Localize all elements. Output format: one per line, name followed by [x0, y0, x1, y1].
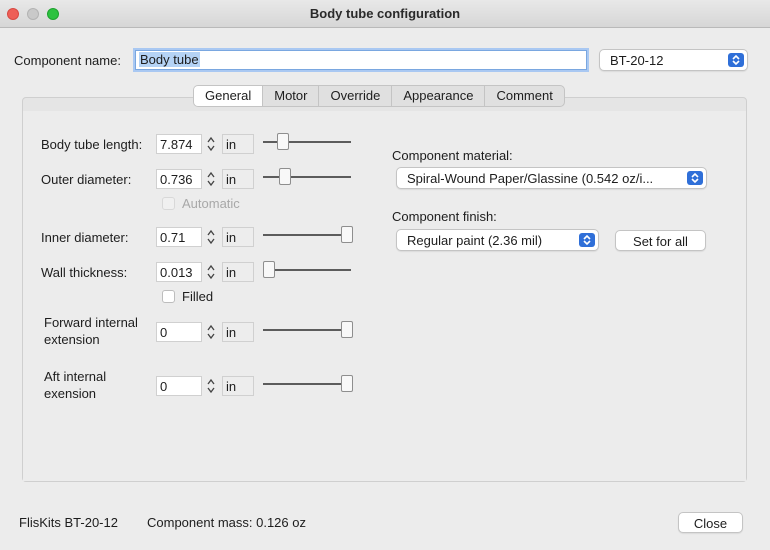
- preset-name-text: FlisKits BT-20-12: [19, 515, 118, 530]
- body-tube-length-label: Body tube length:: [41, 137, 143, 152]
- forward-extension-label-1: Forward internal: [44, 315, 138, 330]
- length-spinner-icon[interactable]: [205, 134, 217, 154]
- slider-track: [263, 269, 351, 271]
- forward-extension-label-2: extension: [44, 332, 100, 347]
- outer-diameter-input[interactable]: 0.736: [156, 169, 202, 189]
- slider-thumb[interactable]: [341, 226, 353, 243]
- component-finish-label: Component finish:: [392, 209, 497, 224]
- component-finish-value: Regular paint (2.36 mil): [407, 233, 543, 248]
- filled-checkbox[interactable]: [162, 290, 175, 303]
- wall-thickness-input[interactable]: 0.013: [156, 262, 202, 282]
- component-material-value: Spiral-Wound Paper/Glassine (0.542 oz/i.…: [407, 171, 654, 186]
- chevron-updown-icon: [728, 53, 744, 67]
- automatic-checkbox[interactable]: [162, 197, 175, 210]
- aft-extension-slider[interactable]: [263, 374, 353, 394]
- component-mass-text: Component mass: 0.126 oz: [147, 515, 306, 530]
- slider-track: [263, 329, 351, 331]
- close-button[interactable]: Close: [678, 512, 743, 533]
- slider-track: [263, 383, 351, 385]
- length-slider[interactable]: [263, 132, 351, 152]
- body-tube-length-input[interactable]: 7.874: [156, 134, 202, 154]
- set-for-all-button[interactable]: Set for all: [615, 230, 706, 251]
- outer-diameter-label: Outer diameter:: [41, 172, 132, 187]
- wall-spinner-icon[interactable]: [205, 262, 217, 282]
- slider-thumb[interactable]: [341, 375, 353, 392]
- component-name-label: Component name:: [14, 53, 121, 68]
- outer-spinner-icon[interactable]: [205, 169, 217, 189]
- wall-thickness-slider[interactable]: [263, 260, 351, 280]
- component-name-input[interactable]: Body tube: [135, 50, 587, 70]
- preset-value: BT-20-12: [610, 53, 664, 68]
- length-unit[interactable]: in: [222, 134, 254, 154]
- aft-spinner-icon[interactable]: [205, 376, 217, 396]
- outer-diameter-slider[interactable]: [263, 167, 351, 187]
- wall-thickness-label: Wall thickness:: [41, 265, 128, 280]
- forward-spinner-icon[interactable]: [205, 322, 217, 342]
- automatic-label: Automatic: [182, 196, 240, 211]
- inner-diameter-input[interactable]: 0.71: [156, 227, 202, 247]
- slider-track: [263, 176, 351, 178]
- tab-override[interactable]: Override: [319, 86, 393, 106]
- slider-thumb[interactable]: [341, 321, 353, 338]
- inner-spinner-icon[interactable]: [205, 227, 217, 247]
- tab-appearance[interactable]: Appearance: [392, 86, 486, 106]
- component-material-label: Component material:: [392, 148, 513, 163]
- slider-thumb[interactable]: [277, 133, 289, 150]
- tab-bar: General Motor Override Appearance Commen…: [193, 85, 565, 107]
- tab-general[interactable]: General: [194, 86, 264, 106]
- inner-diameter-unit[interactable]: in: [222, 227, 254, 247]
- filled-label: Filled: [182, 289, 214, 304]
- slider-track: [263, 234, 351, 236]
- tab-motor[interactable]: Motor: [263, 86, 320, 106]
- component-material-select[interactable]: Spiral-Wound Paper/Glassine (0.542 oz/i.…: [396, 167, 707, 189]
- aft-extension-label-2: exension: [44, 386, 97, 401]
- slider-thumb[interactable]: [263, 261, 275, 278]
- chevron-updown-icon: [687, 171, 703, 185]
- chevron-updown-icon: [579, 233, 595, 247]
- forward-extension-input[interactable]: 0: [156, 322, 202, 342]
- title-bar: Body tube configuration: [0, 0, 770, 28]
- outer-diameter-unit[interactable]: in: [222, 169, 254, 189]
- inner-diameter-label: Inner diameter:: [41, 230, 129, 245]
- slider-thumb[interactable]: [279, 168, 291, 185]
- forward-extension-unit[interactable]: in: [222, 322, 254, 342]
- forward-extension-slider[interactable]: [263, 320, 353, 340]
- preset-select[interactable]: BT-20-12: [599, 49, 748, 71]
- component-name-value: Body tube: [139, 52, 200, 67]
- aft-extension-label-1: Aft internal: [44, 369, 107, 384]
- tab-comment[interactable]: Comment: [485, 86, 563, 106]
- wall-thickness-unit[interactable]: in: [222, 262, 254, 282]
- aft-extension-unit[interactable]: in: [222, 376, 254, 396]
- window-title: Body tube configuration: [309, 6, 461, 21]
- component-finish-select[interactable]: Regular paint (2.36 mil): [396, 229, 599, 251]
- inner-diameter-slider[interactable]: [263, 225, 353, 245]
- aft-extension-input[interactable]: 0: [156, 376, 202, 396]
